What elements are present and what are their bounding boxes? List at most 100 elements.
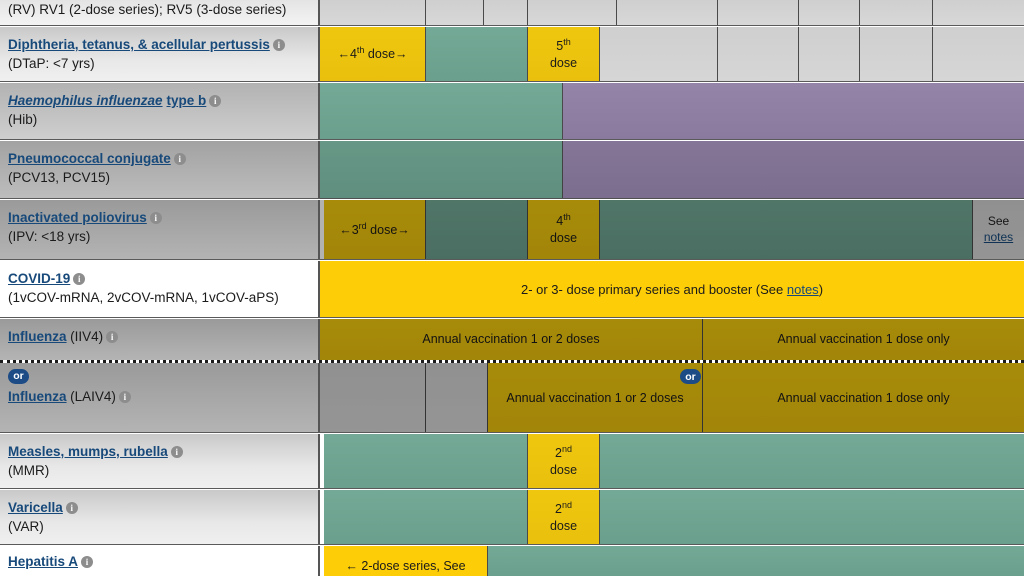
see-notes-see: See bbox=[987, 214, 1010, 229]
info-icon[interactable]: i bbox=[118, 391, 131, 403]
grid-cell bbox=[426, 200, 528, 260]
dose-label: ←4th dose→ bbox=[337, 44, 408, 62]
grid-cell bbox=[600, 434, 1024, 489]
grid-cell bbox=[320, 363, 426, 433]
row-divider bbox=[0, 139, 1024, 140]
row-grid-varicella: 2nd dose bbox=[320, 490, 1024, 545]
table-row-dtap: Diphtheria, tetanus, & acellular pertuss… bbox=[0, 27, 1024, 82]
info-icon[interactable]: i bbox=[149, 212, 162, 224]
or-badge-label: or bbox=[8, 369, 29, 384]
vaccine-link-mmr[interactable]: Measles, mumps, rubella bbox=[8, 444, 168, 459]
covid-series-text: 2- or 3- dose primary series and booster… bbox=[520, 281, 824, 297]
row-divider bbox=[0, 432, 1024, 433]
row-divider bbox=[0, 317, 1024, 318]
dose-label: 2nd dose bbox=[549, 443, 578, 477]
influenza-laiv4-left-cell: Annual vaccination 1 or 2 doses bbox=[488, 363, 703, 433]
grid-cell bbox=[563, 141, 1024, 199]
grid-cell bbox=[484, 0, 528, 26]
row-label-rotavirus: (RV) RV1 (2-dose series); RV5 (3-dose se… bbox=[0, 0, 320, 26]
table-row-ipv: Inactivated poliovirus i (IPV: <18 yrs) ←… bbox=[0, 200, 1024, 260]
vaccine-paren-hib: (Hib) bbox=[8, 112, 38, 128]
row-divider bbox=[0, 259, 1024, 260]
grid-cell bbox=[320, 0, 426, 26]
row-grid-rotavirus bbox=[320, 0, 1024, 26]
vaccine-suffix-iiv4: (IIV4) bbox=[70, 329, 104, 344]
grid-cell bbox=[426, 0, 484, 26]
dose-label: ←3rd dose→ bbox=[339, 220, 410, 237]
grid-cell bbox=[488, 546, 1024, 576]
row-divider bbox=[0, 81, 1024, 82]
dose-cell-mmr-2: 2nd dose bbox=[528, 434, 600, 489]
cell-text: Annual vaccination 1 dose only bbox=[777, 332, 950, 347]
row-divider bbox=[0, 25, 1024, 26]
row-grid-dtap: ←4th dose→ 5th dose bbox=[320, 27, 1024, 82]
info-icon[interactable]: i bbox=[106, 331, 119, 343]
vaccine-link-varicella[interactable]: Varicella bbox=[8, 500, 63, 515]
grid-cell bbox=[860, 0, 933, 26]
table-row-mmr: Measles, mumps, rubella i (MMR) 2nd dose bbox=[0, 434, 1024, 489]
dose-cell-ipv-4: 4th dose bbox=[528, 200, 600, 260]
info-icon[interactable]: i bbox=[73, 273, 86, 285]
vaccine-paren-dtap: (DTaP: <7 yrs) bbox=[8, 56, 95, 72]
info-icon[interactable]: i bbox=[272, 39, 285, 51]
row-grid-influenza-laiv4: Annual vaccination 1 or 2 doses Annual v… bbox=[320, 363, 1024, 433]
grid-cell bbox=[426, 27, 528, 82]
row-grid-hib bbox=[320, 83, 1024, 140]
vaccine-paren-mmr: (MMR) bbox=[8, 463, 50, 479]
row-grid-ipv: ←3rd dose→ 4th dose See notes bbox=[320, 200, 1024, 260]
row-label-mmr: Measles, mumps, rubella i (MMR) bbox=[0, 434, 320, 489]
or-badge-grid: or bbox=[680, 369, 701, 384]
table-row-hib: Haemophilus influenzae type bi (Hib) bbox=[0, 83, 1024, 140]
influenza-iiv4-right-cell: Annual vaccination 1 dose only bbox=[703, 319, 1024, 360]
row-label-varicella: Varicella i (VAR) bbox=[0, 490, 320, 545]
row-label-ipv: Inactivated poliovirus i (IPV: <18 yrs) bbox=[0, 200, 320, 260]
dose-label: 4th dose bbox=[549, 211, 578, 245]
grid-cell bbox=[933, 27, 1024, 82]
influenza-iiv4-left-cell: Annual vaccination 1 or 2 doses bbox=[320, 319, 703, 360]
row-grid-mmr: 2nd dose bbox=[320, 434, 1024, 489]
vaccine-link-influenza-iiv4[interactable]: Influenza bbox=[8, 329, 67, 344]
row-divider bbox=[0, 198, 1024, 199]
grid-cell bbox=[718, 27, 799, 82]
row-label-influenza-laiv4: or Influenza (LAIV4) i bbox=[0, 363, 320, 433]
covid-series-cell: 2- or 3- dose primary series and booster… bbox=[320, 261, 1024, 318]
vaccine-link-hib-italic[interactable]: Haemophilus influenzae bbox=[8, 93, 163, 108]
see-notes-cell-ipv[interactable]: See notes bbox=[973, 200, 1024, 260]
cell-text: Annual vaccination 1 dose only bbox=[777, 390, 950, 405]
hepatitis-a-series-cell: ← 2-dose series, See bbox=[324, 546, 488, 576]
vaccine-link-hepatitis-a[interactable]: Hepatitis A bbox=[8, 554, 78, 569]
grid-cell bbox=[718, 0, 799, 26]
influenza-laiv4-right-cell: Annual vaccination 1 dose only bbox=[703, 363, 1024, 433]
vaccine-link-influenza-laiv4[interactable]: Influenza bbox=[8, 389, 67, 404]
grid-cell bbox=[799, 27, 860, 82]
grid-cell bbox=[600, 27, 718, 82]
row-divider bbox=[0, 488, 1024, 489]
immunization-schedule-table: (RV) RV1 (2-dose series); RV5 (3-dose se… bbox=[0, 0, 1024, 576]
info-icon[interactable]: i bbox=[65, 502, 78, 514]
cell-text: ← 2-dose series, See bbox=[345, 559, 466, 573]
row-label-hepatitis-a: Hepatitis Ai bbox=[0, 546, 320, 576]
row-label-hib: Haemophilus influenzae type bi (Hib) bbox=[0, 83, 320, 140]
vaccine-paren-covid19: (1vCOV-mRNA, 2vCOV-mRNA, 1vCOV-aPS) bbox=[8, 290, 279, 306]
info-icon[interactable]: i bbox=[81, 556, 94, 568]
table-row-influenza-laiv4: or Influenza (LAIV4) i Annual vaccination… bbox=[0, 363, 1024, 433]
vaccine-link-dtap[interactable]: Diphtheria, tetanus, & acellular pertuss… bbox=[8, 37, 270, 52]
table-row-influenza-iiv4: Influenza (IIV4) i Annual vaccination 1 o… bbox=[0, 319, 1024, 360]
info-icon[interactable]: i bbox=[209, 95, 222, 107]
info-icon[interactable]: i bbox=[173, 153, 186, 165]
vaccine-paren-pcv: (PCV13, PCV15) bbox=[8, 170, 111, 186]
vaccine-link-covid19[interactable]: COVID-19 bbox=[8, 271, 70, 286]
row-label-influenza-iiv4: Influenza (IIV4) i bbox=[0, 319, 320, 360]
grid-cell bbox=[600, 490, 1024, 545]
table-row-covid19: COVID-19 i (1vCOV-mRNA, 2vCOV-mRNA, 1vCOV… bbox=[0, 261, 1024, 318]
grid-cell bbox=[324, 490, 528, 545]
notes-link[interactable]: notes bbox=[787, 282, 819, 297]
vaccine-link-pcv[interactable]: Pneumococcal conjugate bbox=[8, 151, 171, 166]
info-icon[interactable]: i bbox=[170, 446, 183, 458]
cell-text: Annual vaccination 1 or 2 doses bbox=[506, 390, 684, 405]
row-grid-influenza-iiv4: Annual vaccination 1 or 2 doses Annual v… bbox=[320, 319, 1024, 360]
influenza-or-dotted-divider bbox=[0, 360, 1024, 363]
notes-link[interactable]: notes bbox=[984, 230, 1013, 246]
vaccine-link-ipv[interactable]: Inactivated poliovirus bbox=[8, 210, 147, 225]
vaccine-link-hib-rest[interactable]: type b bbox=[167, 93, 207, 108]
